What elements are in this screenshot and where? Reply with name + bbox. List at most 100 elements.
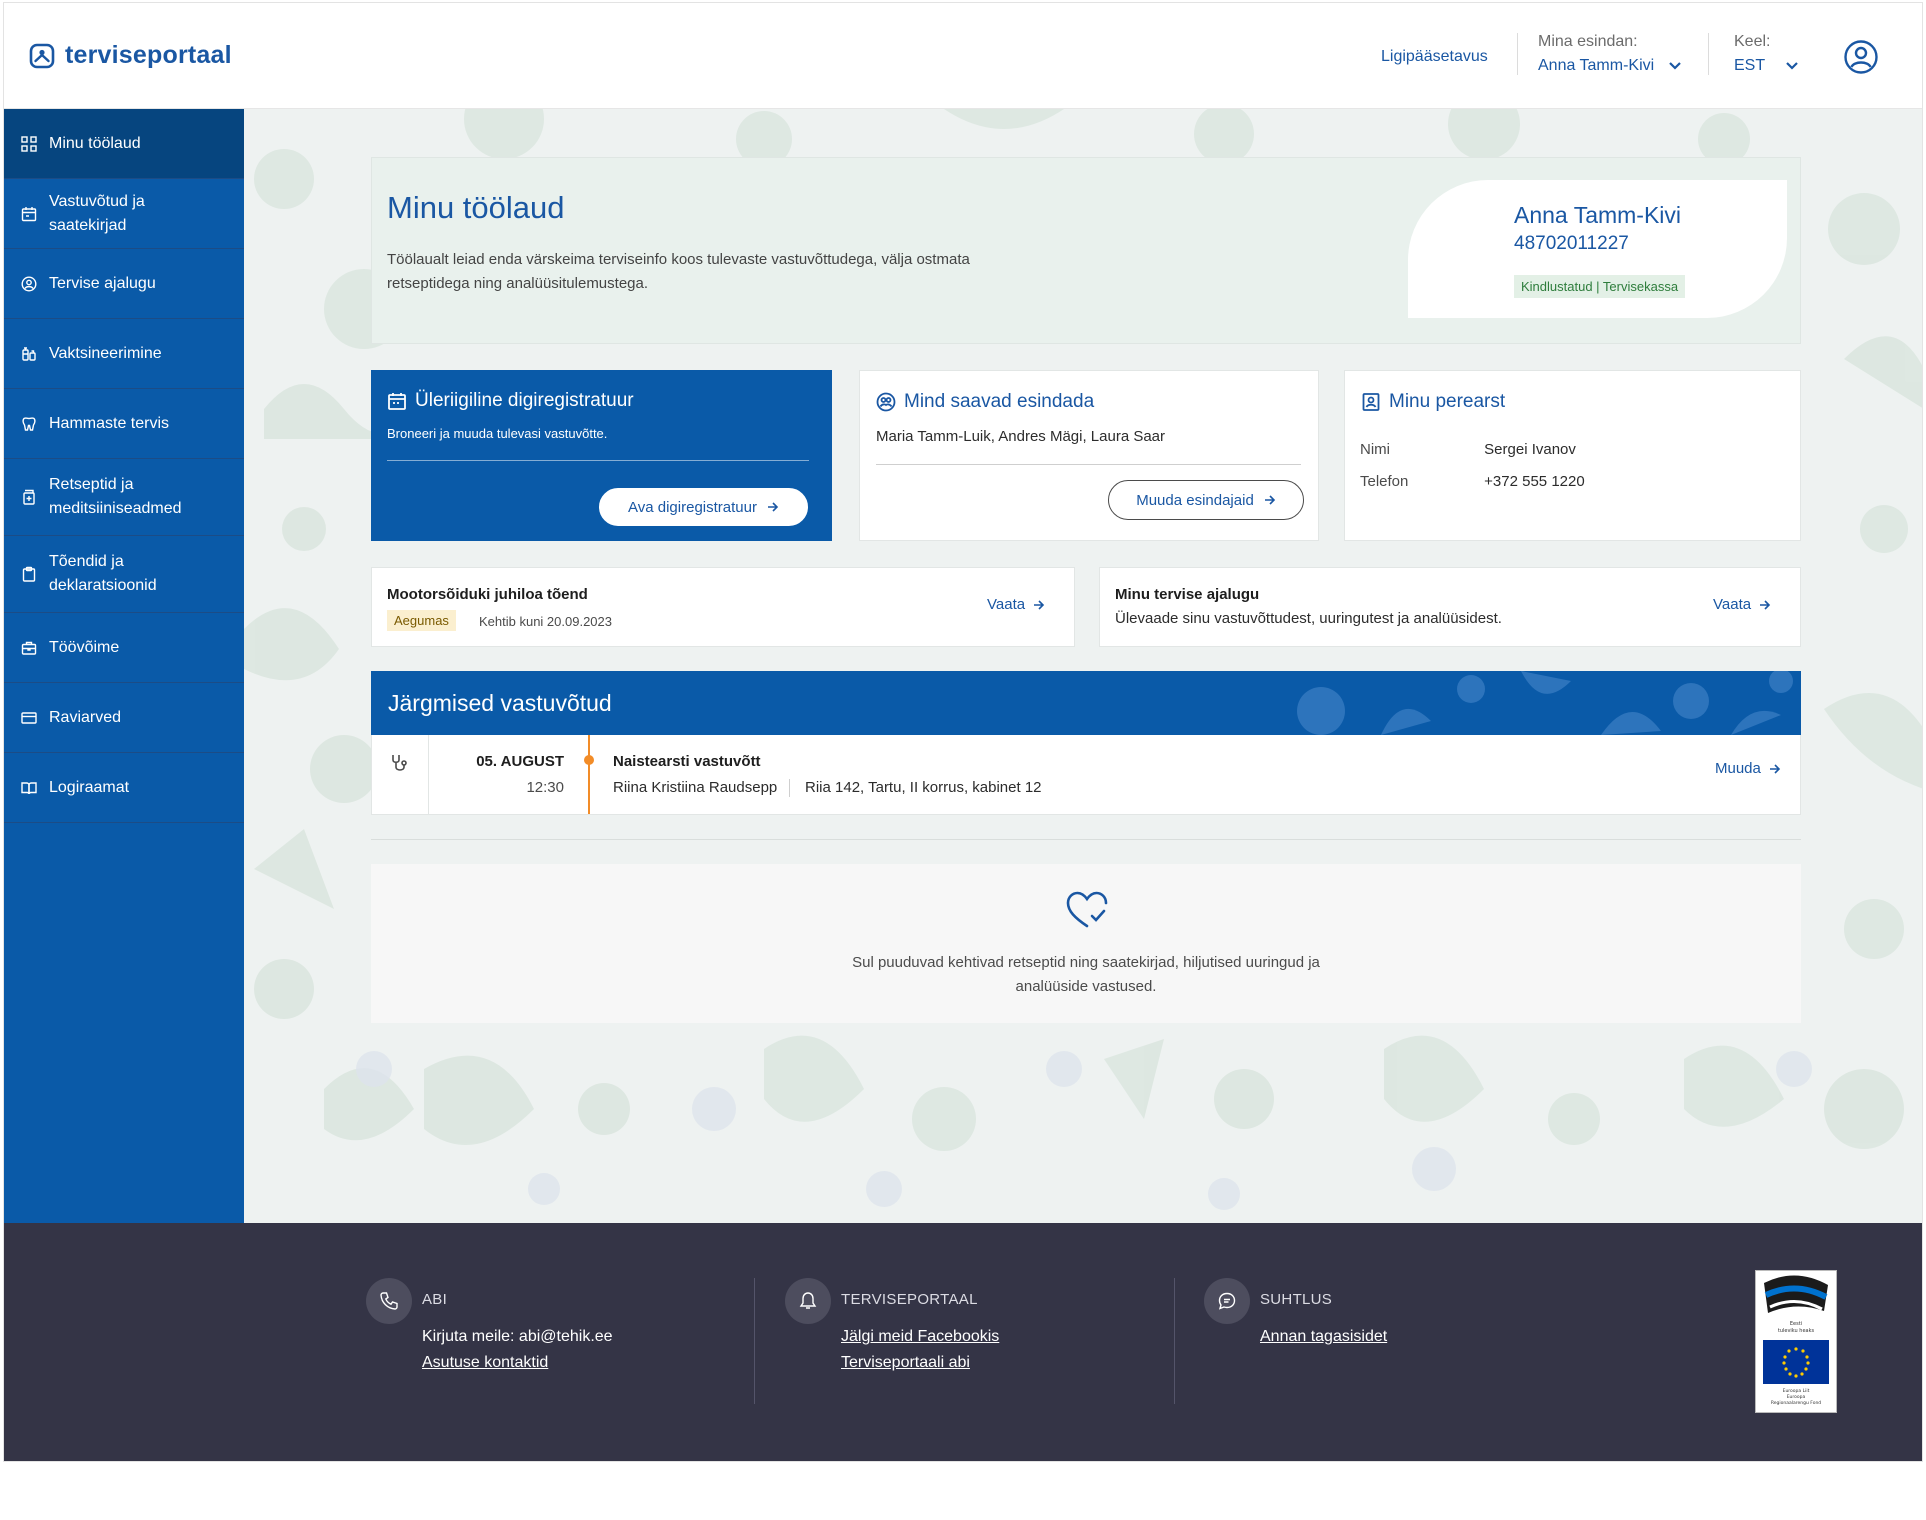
doctor-name-label: Nimi [1360, 441, 1390, 458]
book-icon [21, 781, 37, 794]
doctor-name-value: Sergei Ivanov [1484, 441, 1576, 458]
accessibility-link[interactable]: Ligipääsetavus [1381, 48, 1488, 66]
sidebar-item-label: Vaktsineerimine [49, 344, 162, 362]
svg-text:Euroopa: Euroopa [1787, 1394, 1806, 1400]
sidebar-item-label: Tõendid ja deklaratsioonid [49, 553, 157, 594]
view-history-link[interactable]: Vaata [1713, 596, 1771, 613]
link-label: Vaata [1713, 596, 1752, 613]
sidebar-item-label: Vastuvõtud ja saatekirjad [49, 192, 145, 234]
footer-contact-heading: SUHTLUS [1260, 1291, 1333, 1308]
sidebar-item-dashboard[interactable]: Minu töölaud [4, 109, 244, 179]
change-appointment-link[interactable]: Muuda [1715, 760, 1781, 777]
sidebar-item-label: Retseptid ja meditsiiniseadmed [49, 476, 182, 517]
dashboard-icon [21, 135, 37, 152]
sidebar-item-label: Minu töölaud [49, 134, 141, 152]
chat-icon [1204, 1278, 1250, 1324]
appointments-header: Järgmised vastuvõtud [371, 671, 1801, 735]
header-divider [1517, 33, 1518, 75]
page-description: Töölaualt leiad enda värskeima tervisein… [387, 251, 970, 292]
divider [387, 460, 809, 461]
language-value: EST [1734, 57, 1766, 74]
timeline-line [588, 735, 590, 814]
eu-logo-image: Eesti tuleviku heaks Euroopa Liit Euroop… [1763, 1275, 1829, 1406]
link-label: Muuda [1715, 760, 1761, 777]
appointments-title: Järgmised vastuvõtud [388, 690, 612, 716]
medicine-icon [23, 489, 35, 505]
bell-icon [785, 1278, 831, 1324]
portal-help-link[interactable]: Terviseportaali abi [841, 1354, 970, 1372]
appointment-date: 05. AUGUST [476, 753, 564, 770]
eu-funding-logo: Eesti tuleviku heaks Euroopa Liit Euroop… [1755, 1270, 1837, 1413]
sidebar-item-appointments[interactable]: Vastuvõtud ja saatekirjad [4, 179, 244, 249]
page-title: Minu töölaud [387, 190, 565, 225]
card-icon [21, 711, 37, 724]
arrow-right-icon [767, 502, 779, 512]
arrow-right-icon [1760, 599, 1771, 610]
view-permit-link[interactable]: Vaata [987, 596, 1045, 613]
heart-check-icon [1066, 891, 1108, 928]
sidebar-item-label: Hammaste tervis [49, 414, 170, 432]
tooth-icon [22, 416, 36, 431]
chevron-down-icon [1669, 62, 1681, 70]
section-divider [371, 839, 1801, 840]
logo[interactable]: terviseportaal [29, 41, 232, 70]
sidebar-item-vaccination[interactable]: Vaktsineerimine [4, 319, 244, 389]
insurance-badge: Kindlustatud | Tervisekassa [1514, 275, 1686, 298]
language-label: Keel: [1734, 33, 1771, 50]
sidebar-item-certificates[interactable]: Tõendid ja deklaratsioonid [4, 536, 244, 613]
doctor-name-row: Nimi Sergei Ivanov [1360, 441, 1576, 458]
top-bar: terviseportaal Ligipääsetavus Mina esind… [4, 3, 1922, 109]
footer-help-heading: ABI [422, 1291, 448, 1308]
open-digiregistry-button[interactable]: Ava digiregistratuur [599, 488, 808, 526]
logo-text: terviseportaal [65, 41, 232, 69]
appointment-row[interactable]: 05. AUGUST 12:30 Naistearsti vastuvõtt R… [371, 735, 1801, 815]
arrow-right-icon [1769, 763, 1781, 774]
sidebar-item-invoices[interactable]: Raviarved [4, 683, 244, 753]
driving-permit-card: Mootorsõiduki juhiloa tõend Aegumas Keht… [371, 567, 1075, 647]
history-title: Minu tervise ajalugu [1115, 586, 1260, 603]
family-doctor-card: Minu perearst Nimi Sergei Ivanov Telefon… [1344, 370, 1801, 541]
person-card: Anna Tamm-Kivi 48702011227 Kindlustatud … [1408, 180, 1787, 318]
representatives-icon [876, 392, 896, 412]
appointment-time: 12:30 [526, 779, 564, 796]
institution-contacts-link[interactable]: Asutuse kontaktid [422, 1354, 548, 1372]
logo-icon [29, 43, 55, 68]
language-selector[interactable]: Keel: EST [1734, 33, 1799, 75]
footer-email[interactable]: Kirjuta meile: abi@tehik.ee [422, 1328, 613, 1346]
feedback-link[interactable]: Annan tagasisidet [1260, 1328, 1387, 1346]
calendar-icon [21, 206, 37, 221]
digiregistry-subtitle: Broneeri ja muuda tulevasi vastuvõtte. [387, 426, 608, 441]
sidebar-item-dental[interactable]: Hammaste tervis [4, 389, 244, 459]
representatives-list: Maria Tamm-Luik, Andres Mägi, Laura Saar [876, 428, 1166, 445]
facebook-link[interactable]: Jälgi meid Facebookis [841, 1328, 999, 1346]
health-history-card: Minu tervise ajalugu Ülevaade sinu vastu… [1099, 567, 1801, 647]
calendar-icon [388, 393, 406, 410]
separator [789, 779, 790, 797]
digiregistry-title: Üleriigiline digiregistratuur [415, 390, 634, 411]
sidebar-item-prescriptions[interactable]: Retseptid ja meditsiiniseadmed [4, 459, 244, 536]
permit-valid-until: Kehtib kuni 20.09.2023 [479, 614, 612, 629]
briefcase-icon [21, 641, 37, 655]
vaccine-icon [22, 346, 36, 361]
phone-icon [366, 1278, 412, 1324]
sidebar-item-label: Raviarved [49, 708, 122, 726]
sidebar: Minu töölaud Vastuvõtud ja saatekirjad T… [4, 109, 244, 1223]
footer-portal-heading: TERVISEPORTAAL [841, 1291, 978, 1308]
history-description: Ülevaade sinu vastuvõttudest, uuringutes… [1115, 610, 1502, 627]
dashboard-hero: Minu töölaud Töölaualt leiad enda värske… [371, 157, 1801, 344]
represent-label: Mina esindan: [1538, 33, 1638, 50]
change-representatives-button[interactable]: Muuda esindajaid [1108, 480, 1304, 520]
empty-state: Sul puuduvad kehtivad retseptid ning saa… [371, 864, 1801, 1023]
permit-title: Mootorsõiduki juhiloa tõend [387, 586, 588, 603]
doctor-phone-row: Telefon +372 555 1220 [1360, 473, 1585, 490]
sidebar-item-work-ability[interactable]: Töövõime [4, 613, 244, 683]
appointment-doctor: Riina Kristiina Raudsepp [613, 779, 778, 796]
represent-selector[interactable]: Mina esindan: Anna Tamm-Kivi [1538, 33, 1682, 75]
footer: ABI Kirjuta meile: abi@tehik.ee Asutuse … [4, 1223, 1922, 1461]
sidebar-item-health-history[interactable]: Tervise ajalugu [4, 249, 244, 319]
doctor-badge-icon [1362, 393, 1380, 411]
timeline-dot [584, 755, 594, 765]
user-account-icon[interactable] [1843, 39, 1879, 75]
sidebar-item-logbook[interactable]: Logiraamat [4, 753, 244, 823]
sidebar-item-label: Töövõime [49, 638, 120, 656]
